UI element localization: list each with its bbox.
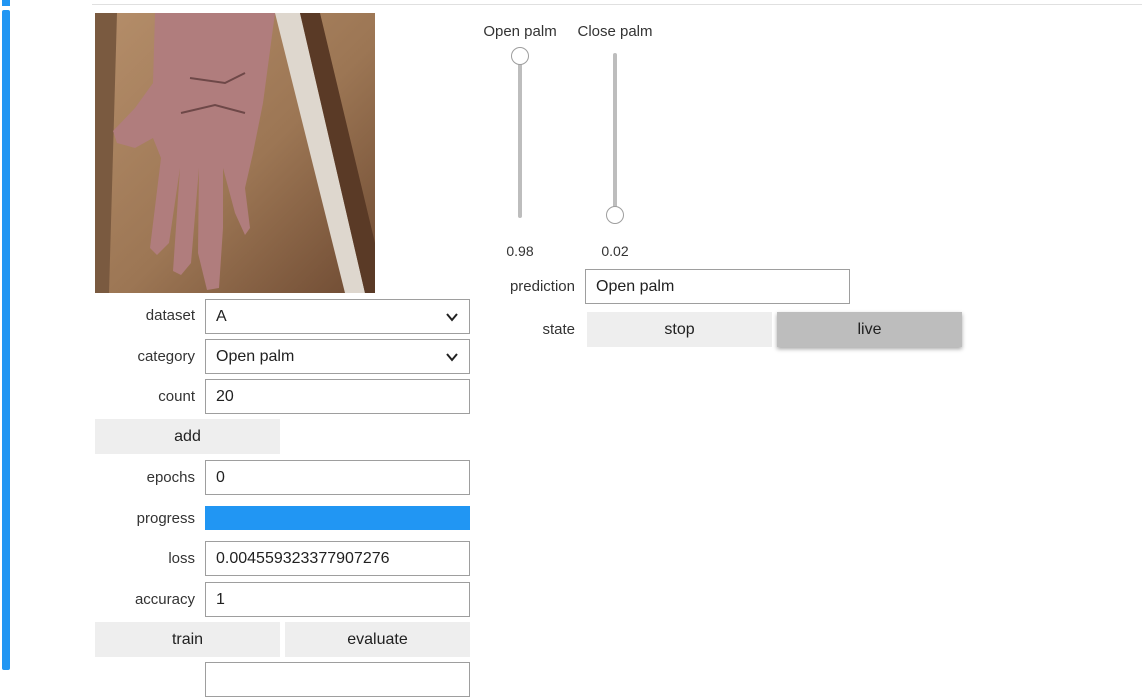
- state-label: state: [542, 321, 575, 338]
- dataset-label: dataset: [145, 307, 195, 324]
- train-button[interactable]: train: [95, 622, 280, 657]
- chevron-down-icon: [446, 352, 458, 362]
- count-label: count: [158, 388, 195, 405]
- slider-label-close-palm: Close palm: [577, 23, 653, 40]
- hand-photo: [95, 13, 375, 293]
- category-select[interactable]: Open palm: [205, 339, 470, 374]
- loss-input[interactable]: 0.004559323377907276: [205, 541, 470, 576]
- epochs-input[interactable]: 0: [205, 460, 470, 495]
- previous-cell-border: [92, 0, 1142, 5]
- accuracy-input[interactable]: 1: [205, 582, 470, 617]
- cell-indicator-top: [2, 0, 10, 6]
- slider-track-close-palm[interactable]: [613, 53, 617, 218]
- stop-button[interactable]: stop: [587, 312, 772, 347]
- slider-label-open-palm: Open palm: [483, 23, 557, 40]
- slider-value-open-palm: 0.98: [506, 243, 534, 259]
- camera-image: [95, 13, 375, 293]
- progress-bar: [205, 506, 470, 530]
- count-input[interactable]: 20: [205, 379, 470, 414]
- prediction-input[interactable]: Open palm: [585, 269, 850, 304]
- slider-handle-close-palm[interactable]: [606, 205, 624, 224]
- accuracy-label: accuracy: [134, 591, 195, 608]
- dataset-value: A: [216, 307, 227, 325]
- loss-label: loss: [168, 550, 195, 567]
- epochs-label: epochs: [146, 469, 195, 486]
- prediction-label: prediction: [509, 278, 575, 295]
- next-input-partial[interactable]: [205, 662, 470, 697]
- dataset-select[interactable]: A: [205, 299, 470, 334]
- live-button[interactable]: live: [777, 312, 962, 347]
- slider-handle-open-palm[interactable]: [511, 47, 529, 66]
- evaluate-button[interactable]: evaluate: [285, 622, 470, 657]
- progress-label: progress: [136, 510, 195, 527]
- cell-indicator: [2, 10, 10, 670]
- category-value: Open palm: [216, 347, 295, 365]
- category-label: category: [137, 348, 195, 365]
- slider-track-open-palm[interactable]: [518, 53, 522, 218]
- add-button[interactable]: add: [95, 419, 280, 454]
- slider-value-close-palm: 0.02: [601, 243, 629, 259]
- chevron-down-icon: [446, 312, 458, 322]
